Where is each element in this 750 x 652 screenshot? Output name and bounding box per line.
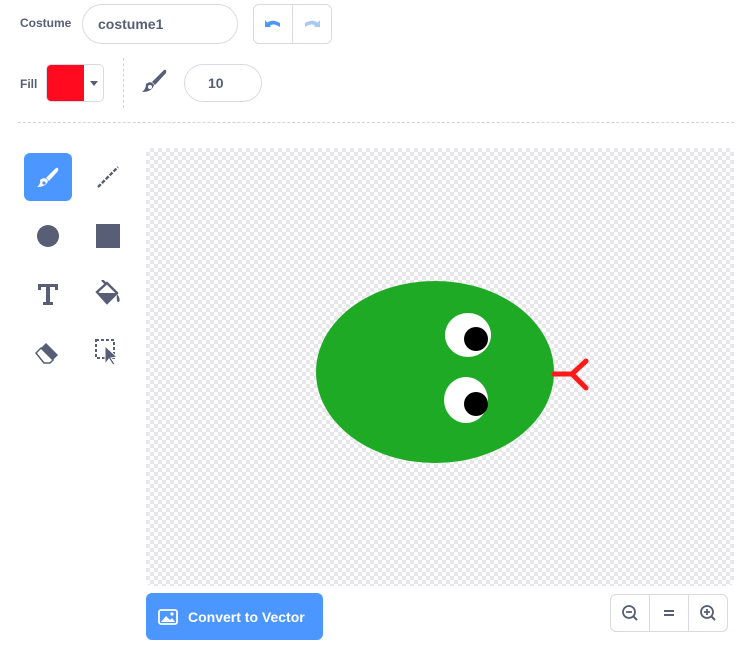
rectangle-tool[interactable] <box>84 212 132 260</box>
zoom-out-icon <box>622 605 638 621</box>
brush-size-icon <box>142 69 167 92</box>
convert-button-label: Convert to Vector <box>188 608 305 625</box>
line-icon <box>97 166 119 188</box>
convert-to-vector-button[interactable]: Convert to Vector <box>146 593 323 640</box>
circle-icon <box>37 225 59 247</box>
text-tool[interactable] <box>24 270 72 318</box>
select-icon <box>95 339 119 366</box>
brush-size-input[interactable]: 10 <box>184 64 262 102</box>
rectangle-icon <box>96 224 120 248</box>
eraser-tool[interactable] <box>24 328 72 376</box>
snake-drawing <box>316 281 589 463</box>
section-divider <box>18 122 734 123</box>
snake-eye-top-pupil <box>464 327 488 351</box>
fill-color-picker[interactable] <box>46 64 104 102</box>
redo-button[interactable] <box>292 5 331 43</box>
toolbar-divider <box>123 58 124 108</box>
circle-tool[interactable] <box>24 212 72 260</box>
zoom-controls <box>610 594 728 632</box>
zoom-in-button[interactable] <box>688 595 727 631</box>
zoom-out-button[interactable] <box>611 595 649 631</box>
line-tool[interactable] <box>84 153 132 201</box>
zoom-reset-button[interactable] <box>649 595 688 631</box>
paint-canvas[interactable] <box>146 148 734 586</box>
snake-eye-bottom-pupil <box>464 392 488 416</box>
paint-bucket-icon <box>95 280 120 305</box>
redo-icon <box>305 20 320 27</box>
image-icon <box>158 608 178 625</box>
text-icon <box>38 284 58 305</box>
costume-name-value: costume1 <box>98 16 164 32</box>
zoom-in-icon <box>700 605 716 621</box>
snake-head <box>316 281 554 463</box>
eraser-icon <box>34 343 58 364</box>
costume-label: Costume <box>20 16 72 30</box>
fill-tool[interactable] <box>84 270 132 318</box>
snake-tongue <box>551 358 589 391</box>
undo-button[interactable] <box>254 5 292 43</box>
brush-size-value: 10 <box>208 75 224 91</box>
undo-icon <box>265 20 280 27</box>
select-tool[interactable] <box>84 328 132 376</box>
equals-icon <box>664 610 674 616</box>
undo-redo-group <box>253 4 332 44</box>
fill-color-swatch <box>47 65 84 101</box>
brush-icon <box>37 167 59 187</box>
chevron-down-icon <box>84 65 103 101</box>
costume-name-input[interactable]: costume1 <box>82 4 238 44</box>
brush-tool[interactable] <box>24 153 72 201</box>
fill-label: Fill <box>20 77 38 91</box>
